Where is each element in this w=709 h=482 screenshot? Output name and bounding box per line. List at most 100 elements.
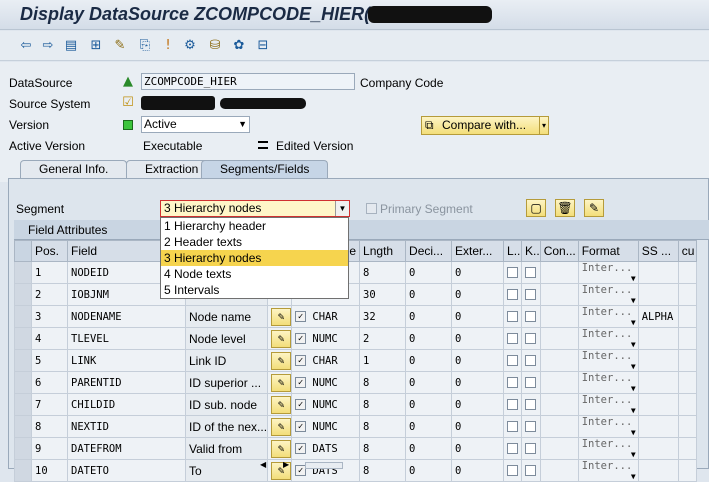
table-row[interactable]: 10 DATETO To ✎ ✓ DATS 8 0 0 Inter... ▼: [14, 459, 697, 482]
l-checkbox[interactable]: [507, 355, 519, 366]
row-selector[interactable]: [14, 327, 32, 350]
info-icon[interactable]: ǃ: [160, 38, 176, 54]
table-row[interactable]: 9 DATEFROM Valid from ✎ ✓ DATS 8 0 0 Inter... ▼: [14, 437, 697, 460]
edit-field-button[interactable]: ✎: [271, 417, 291, 436]
type-checkbox[interactable]: ✓: [295, 311, 307, 322]
col-format[interactable]: Format: [577, 240, 639, 262]
hierarchy-icon[interactable]: ⊞: [88, 38, 104, 54]
l-checkbox[interactable]: [507, 289, 519, 300]
scroll-right-icon[interactable]: ▶: [283, 460, 289, 469]
table-row[interactable]: 7 CHILDID ID sub. node ✎ ✓ NUMC 8 0 0 Inter... ▼: [14, 393, 697, 416]
segment-option-1[interactable]: 1 Hierarchy header: [161, 218, 348, 234]
row-selector[interactable]: [14, 283, 32, 306]
scroll-left-icon[interactable]: ◀: [260, 460, 266, 469]
format-cell[interactable]: Inter... ▼: [577, 283, 639, 306]
format-cell[interactable]: Inter... ▼: [577, 327, 639, 350]
type-checkbox[interactable]: ✓: [295, 333, 307, 344]
chevron-down-icon[interactable]: ▼: [631, 340, 637, 349]
row-selector[interactable]: [14, 459, 32, 482]
col-decimals[interactable]: Deci...: [405, 240, 453, 262]
k-checkbox[interactable]: [525, 421, 537, 432]
tab-segments-fields[interactable]: Segments/Fields: [201, 160, 329, 178]
col-l[interactable]: L..: [503, 240, 523, 262]
chevron-down-icon[interactable]: ▼: [631, 318, 637, 327]
l-checkbox[interactable]: [507, 333, 519, 344]
chevron-down-icon[interactable]: ▼: [631, 472, 637, 481]
wand-icon[interactable]: ✎: [112, 38, 128, 54]
l-checkbox[interactable]: [507, 465, 519, 476]
col-length[interactable]: Lngth: [359, 240, 407, 262]
k-checkbox[interactable]: [525, 355, 537, 366]
compare-with-button[interactable]: ⧉ Compare with... ▾: [421, 116, 549, 135]
db-icon[interactable]: ⛁: [207, 38, 223, 54]
compare-dropdown-icon[interactable]: ▾: [538, 117, 546, 134]
table-row[interactable]: 6 PARENTID ID superior ... ✎ ✓ NUMC 8 0 0 Inter.…: [14, 371, 697, 394]
type-checkbox[interactable]: ✓: [295, 377, 307, 388]
segment-option-4[interactable]: 4 Node texts: [161, 266, 348, 282]
l-checkbox[interactable]: [507, 443, 519, 454]
l-checkbox[interactable]: [507, 421, 519, 432]
gear-icon[interactable]: ✿: [231, 38, 247, 54]
format-cell[interactable]: Inter... ▼: [577, 371, 639, 394]
display-icon[interactable]: ⎘: [137, 38, 153, 54]
k-checkbox[interactable]: [525, 399, 537, 410]
format-cell[interactable]: Inter... ▼: [577, 349, 639, 372]
col-conversion[interactable]: Con...: [539, 240, 579, 262]
l-checkbox[interactable]: [507, 377, 519, 388]
format-cell[interactable]: Inter... ▼: [577, 261, 639, 284]
l-checkbox[interactable]: [507, 399, 519, 410]
row-selector-header[interactable]: [14, 240, 32, 262]
type-checkbox[interactable]: ✓: [295, 443, 307, 454]
tree-icon[interactable]: ⊟: [255, 38, 271, 54]
chevron-down-icon[interactable]: ▼: [631, 274, 637, 283]
new-segment-button[interactable]: ▢: [526, 199, 546, 217]
format-cell[interactable]: Inter... ▼: [577, 305, 639, 328]
primary-segment-checkbox[interactable]: [366, 203, 377, 214]
chevron-down-icon[interactable]: ▼: [631, 384, 637, 393]
k-checkbox[interactable]: [525, 333, 537, 344]
forward-icon[interactable]: ⇨: [40, 38, 56, 54]
chevron-down-icon[interactable]: ▼: [631, 296, 637, 305]
k-checkbox[interactable]: [525, 377, 537, 388]
table-row[interactable]: 5 LINK Link ID ✎ ✓ CHAR 1 0 0 Inter... ▼: [14, 349, 697, 372]
tab-general-info[interactable]: General Info.: [20, 160, 128, 178]
col-external[interactable]: Exter...: [451, 240, 505, 262]
settings-icon[interactable]: ⚙: [182, 38, 198, 54]
version-select[interactable]: Active ▼: [141, 116, 250, 133]
chevron-down-icon[interactable]: ▼: [631, 362, 637, 371]
list-icon[interactable]: ▤: [63, 38, 79, 54]
segment-option-2[interactable]: 2 Header texts: [161, 234, 348, 250]
k-checkbox[interactable]: [525, 311, 537, 322]
chevron-down-icon[interactable]: ▼: [335, 201, 349, 216]
l-checkbox[interactable]: [507, 311, 519, 322]
type-checkbox[interactable]: ✓: [295, 355, 307, 366]
segment-option-5[interactable]: 5 Intervals: [161, 282, 348, 298]
format-cell[interactable]: Inter... ▼: [577, 415, 639, 438]
delete-segment-button[interactable]: 🗑: [555, 199, 575, 217]
k-checkbox[interactable]: [525, 465, 537, 476]
col-pos[interactable]: Pos.: [31, 240, 68, 262]
chevron-down-icon[interactable]: ▼: [631, 450, 637, 459]
segment-select[interactable]: 3 Hierarchy nodes ▼: [160, 200, 350, 217]
datasource-field[interactable]: ZCOMPCODE_HIER: [141, 73, 355, 90]
segment-option-3[interactable]: 3 Hierarchy nodes: [161, 250, 348, 266]
table-row[interactable]: 2 IOBJNM 30 0 0 Inter... ▼: [14, 283, 697, 306]
edit-segment-button[interactable]: ✎: [584, 199, 604, 217]
col-cu[interactable]: cu: [677, 240, 697, 262]
edit-field-button[interactable]: ✎: [271, 395, 291, 414]
table-row[interactable]: 4 TLEVEL Node level ✎ ✓ NUMC 2 0 0 Inter... ▼: [14, 327, 697, 350]
row-selector[interactable]: [14, 305, 32, 328]
chevron-down-icon[interactable]: ▼: [238, 117, 247, 132]
chevron-down-icon[interactable]: ▼: [631, 406, 637, 415]
edit-field-button[interactable]: ✎: [271, 329, 291, 348]
row-selector[interactable]: [14, 371, 32, 394]
table-row[interactable]: 8 NEXTID ID of the nex... ✎ ✓ NUMC 8 0 0 Inter..…: [14, 415, 697, 438]
edit-field-button[interactable]: ✎: [271, 307, 291, 326]
format-cell[interactable]: Inter... ▼: [577, 459, 639, 482]
k-checkbox[interactable]: [525, 443, 537, 454]
col-k[interactable]: K..: [521, 240, 541, 262]
row-selector[interactable]: [14, 415, 32, 438]
edit-field-button[interactable]: ✎: [271, 373, 291, 392]
row-selector[interactable]: [14, 261, 32, 284]
type-checkbox[interactable]: ✓: [295, 399, 307, 410]
